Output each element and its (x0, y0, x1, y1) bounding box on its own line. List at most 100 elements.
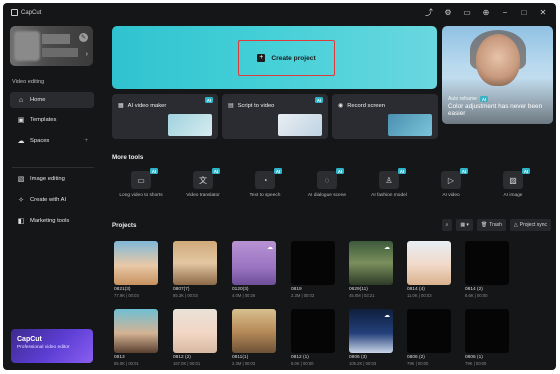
project-thumbnail[interactable] (407, 309, 451, 353)
record-icon: ◉ (338, 103, 344, 109)
project-thumbnail[interactable] (291, 241, 335, 285)
project-thumbnail[interactable] (173, 309, 217, 353)
project-card[interactable]: 0806 (1) 79K | 00:00 (465, 309, 509, 366)
sidebar-item-label: Create with AI (30, 197, 67, 203)
search-button[interactable]: ⌕ (441, 219, 453, 231)
edit-icon[interactable]: ✎ (79, 33, 88, 42)
project-thumbnail[interactable] (173, 241, 217, 285)
sidebar-item-marketing-tools[interactable]: ◧ Marketing tools (10, 213, 94, 229)
tool-icon-box: ▭ AI (131, 168, 158, 189)
sidebar-item-label: Marketing tools (30, 218, 70, 224)
sync-icon: △ (513, 222, 518, 228)
script-to-video-card[interactable]: ▤ Script to video AI (222, 94, 328, 139)
project-sync-label: Project sync (519, 222, 547, 228)
ai-badge: AI (211, 168, 220, 174)
project-thumbnail[interactable] (465, 241, 509, 285)
project-card[interactable]: 0806 (2) 79K | 00:00 (407, 309, 451, 366)
chevron-right-icon[interactable]: › (86, 51, 88, 58)
settings-icon[interactable]: ⚙ (443, 8, 453, 18)
tool-fashion[interactable]: ♙ AI AI fashion model (361, 168, 417, 199)
project-name: 0813 (114, 355, 125, 360)
project-card[interactable]: 0819 2.3M | 00:03 (291, 241, 335, 298)
tool-translate[interactable]: 文 AI Video translator (175, 168, 231, 199)
projects-toolbar: ⌕ ▦ ▾ 🗑 Trash △ Project sync (441, 219, 551, 231)
project-name: 0806 (1) (465, 355, 483, 360)
promo-card[interactable]: CapCut Professional video editor (11, 329, 93, 363)
project-thumbnail[interactable] (232, 309, 276, 353)
project-name: 0807(7) (173, 287, 190, 292)
project-thumbnail[interactable]: ☁ (349, 241, 393, 285)
add-icon[interactable]: ⊕ (481, 8, 491, 18)
trash-icon: 🗑 (480, 222, 488, 228)
sidebar-item-templates[interactable]: ▣ Templates (10, 112, 94, 128)
project-meta: 8.0K | 00:00 (291, 361, 314, 366)
ai-video-maker-icon: ▦ (118, 103, 124, 109)
sidebar-item-home[interactable]: ⌂ Home (10, 92, 94, 108)
project-sync-button[interactable]: △ Project sync (509, 219, 551, 231)
quick-card-label: Script to video (237, 102, 275, 109)
ai-badge: AI (204, 97, 213, 103)
quick-card-title: ▦ AI video maker (118, 102, 167, 110)
ai-video-maker-card[interactable]: ▦ AI video maker AI (112, 94, 218, 139)
view-toggle[interactable]: ▦ ▾ (456, 219, 473, 231)
project-name: 0629(11) (349, 287, 368, 292)
project-card[interactable]: ☁ 0629(11) 45.0M | 03:21 (349, 241, 393, 298)
sidebar-item-create-with-ai[interactable]: ✧ Create with AI (10, 192, 94, 208)
project-card[interactable]: ☁ 0806 (3) 105.2K | 00:03 (349, 309, 393, 366)
project-thumbnail[interactable] (291, 309, 335, 353)
trash-button[interactable]: 🗑 Trash (476, 219, 506, 231)
feature-ad-card[interactable]: Auto reframe AI Color adjustment has nev… (442, 26, 553, 124)
project-card[interactable]: 0814 (2) 8.6K | 00:00 (465, 241, 509, 298)
expand-icon[interactable]: + (84, 138, 88, 144)
translate-icon: 文 (199, 175, 207, 185)
record-screen-card[interactable]: ◉ Record screen (332, 94, 438, 139)
search-icon: ⌕ (445, 222, 449, 228)
create-project-banner[interactable]: + Create project (112, 26, 437, 89)
tool-icon-box: ◌ AI (317, 168, 344, 189)
sidebar-item-label: Spaces (30, 138, 50, 144)
close-icon[interactable]: ✕ (538, 8, 548, 18)
project-card[interactable]: 0821(3) 77.9K | 00:03 (114, 241, 158, 298)
ai-badge: AI (149, 168, 158, 174)
sidebar-item-image-editing[interactable]: ▧ Image editing (10, 171, 94, 187)
capcut-logo-icon (11, 9, 18, 16)
cloud-icon: ☁ (384, 245, 390, 251)
ad-tag-label: Auto reframe (448, 96, 477, 102)
project-thumbnail[interactable]: ☁ (349, 309, 393, 353)
long-video-icon: ▭ (137, 175, 145, 185)
project-thumbnail[interactable] (407, 241, 451, 285)
tool-ai-image[interactable]: ▨ AI AI image (485, 168, 541, 199)
sidebar-item-spaces[interactable]: ☁ Spaces + (10, 133, 94, 149)
cloud-icon: ☁ (267, 245, 273, 251)
tool-dialogue[interactable]: ◌ AI AI dialogue scene (299, 168, 355, 199)
quick-card-label: AI video maker (127, 102, 167, 109)
tool-tts[interactable]: ◔ AI Text to speech (237, 168, 293, 199)
project-card[interactable]: 0807(7) 65.3K | 00:03 (173, 241, 217, 298)
tool-ai-video[interactable]: ▷ AI AI video (423, 168, 479, 199)
project-meta: 79K | 00:00 (465, 361, 487, 366)
promo-subtitle: Professional video editor (17, 345, 70, 350)
project-thumbnail[interactable]: ☁ (232, 241, 276, 285)
project-meta: 105.2K | 00:03 (349, 361, 377, 366)
more-tools-heading: More tools (112, 154, 144, 161)
project-card[interactable]: 0812 (1) 8.0K | 00:00 (291, 309, 335, 366)
project-card[interactable]: 0813 55.0K | 00:01 (114, 309, 158, 366)
project-thumbnail[interactable] (465, 309, 509, 353)
project-card[interactable]: 0812 (2) 167.0K | 00:01 (173, 309, 217, 366)
tool-label: Long video to shorts (119, 193, 163, 198)
project-card[interactable]: ☁ 0120(3) 4.0M | 00:26 (232, 241, 276, 298)
minimize-icon[interactable]: − (500, 8, 510, 18)
project-thumbnail[interactable] (114, 309, 158, 353)
share-icon[interactable]: ⤴ (424, 8, 434, 18)
project-card[interactable]: 0811(1) 2.3M | 00:03 (232, 309, 276, 366)
maximize-icon[interactable]: □ (519, 8, 529, 18)
project-thumbnail[interactable] (114, 241, 158, 285)
create-project-button[interactable]: + Create project (238, 40, 335, 76)
feedback-icon[interactable]: ▭ (462, 8, 472, 18)
project-card[interactable]: 0814 (4) 11.0K | 00:03 (407, 241, 451, 298)
profile-name-blurred (42, 34, 70, 44)
project-name: 0120(3) (232, 287, 249, 292)
profile-card[interactable]: ✎ › (10, 26, 93, 66)
tool-long-video[interactable]: ▭ AI Long video to shorts (113, 168, 169, 199)
project-meta: 11.0K | 00:03 (407, 293, 432, 298)
